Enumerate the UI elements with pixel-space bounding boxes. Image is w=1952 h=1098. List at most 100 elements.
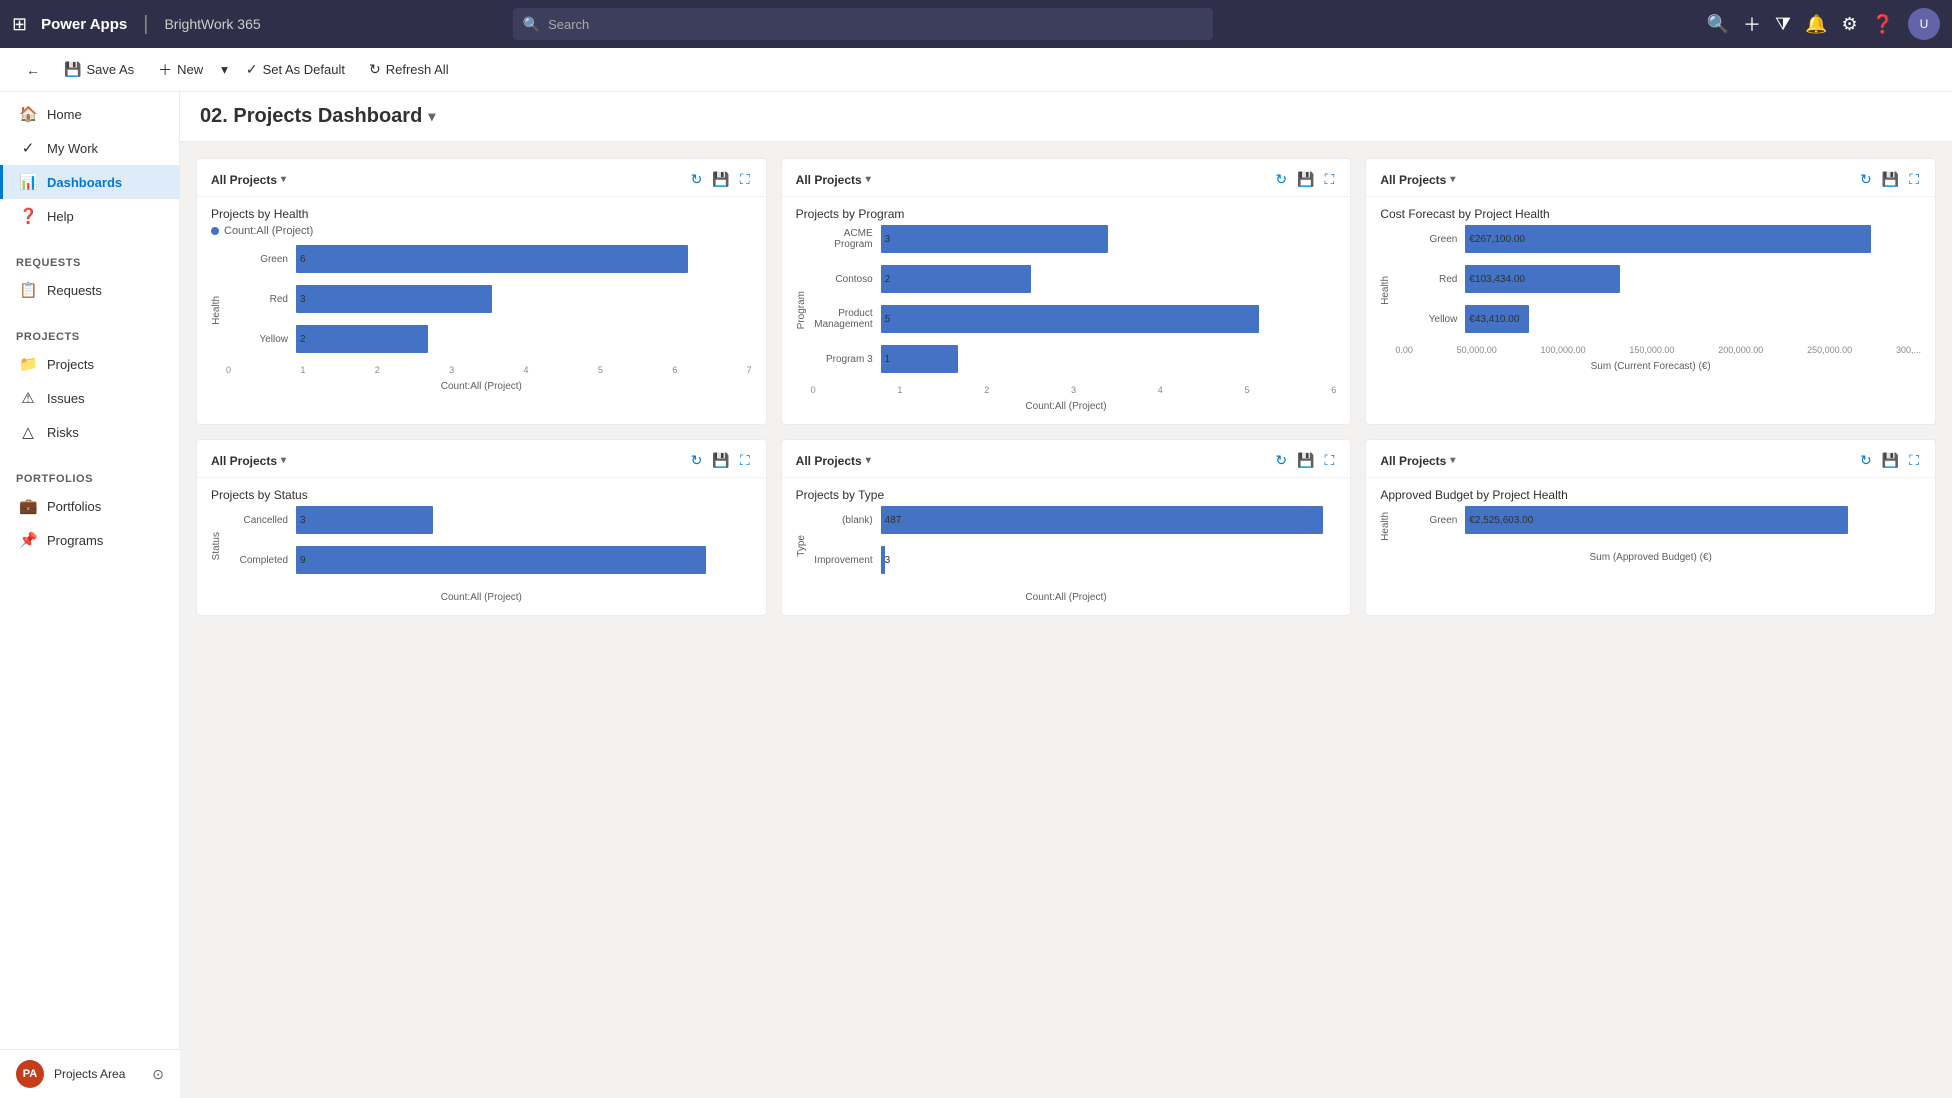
refresh-chart-btn-5[interactable]: ↻ — [1858, 450, 1874, 471]
x-tick-1-2: 2 — [984, 385, 989, 395]
filter-chevron: ▾ — [281, 455, 286, 466]
expand-chart-btn-3[interactable]: ⛶ — [738, 450, 752, 471]
sidebar-item-help[interactable]: ❓ Help — [0, 199, 179, 233]
new-button[interactable]: ＋ New — [148, 55, 213, 85]
sidebar-section-requests: Requests 📋 Requests — [0, 241, 179, 315]
sidebar-item-label: Home — [47, 107, 82, 122]
chart-wrap-3: StatusCancelled3Completed9Count:All (Pro… — [211, 506, 752, 603]
filter-chevron: ▾ — [1450, 174, 1455, 185]
subtoolbar: ← 💾 Save As ＋ New ▾ ✓ Set As Default ↻ R… — [0, 48, 1952, 92]
check-icon: ✓ — [246, 61, 258, 78]
set-default-button[interactable]: ✓ Set As Default — [236, 56, 355, 83]
save-chart-btn-1[interactable]: 💾 — [1295, 169, 1316, 190]
bar-track-2-1: €103,434.00 — [1465, 265, 1921, 293]
bar-track-3-1: 9 — [296, 546, 752, 574]
bar-track-5-0: €2,525,603.00 — [1465, 506, 1921, 534]
sidebar-item-programs[interactable]: 📌 Programs — [0, 523, 179, 557]
bar-5-0: €2,525,603.00 — [1465, 506, 1848, 534]
expand-chart-btn-2[interactable]: ⛶ — [1907, 169, 1921, 190]
projects-area-expand-icon[interactable]: ⊙ — [152, 1066, 164, 1083]
save-chart-btn-0[interactable]: 💾 — [710, 169, 731, 190]
bar-value-1-1: 2 — [885, 274, 891, 285]
chart-card-0: All Projects ▾↻💾⛶Projects by HealthCount… — [196, 158, 767, 425]
expand-chart-btn-0[interactable]: ⛶ — [738, 169, 752, 190]
card-filter-5[interactable]: All Projects ▾ — [1380, 454, 1455, 468]
save-chart-btn-5[interactable]: 💾 — [1880, 450, 1901, 471]
y-axis-title-2: Health — [1380, 276, 1391, 305]
refresh-chart-btn-1[interactable]: ↻ — [1273, 169, 1289, 190]
card-actions-1: ↻ 💾 ⛶ — [1273, 169, 1336, 190]
card-filter-3[interactable]: All Projects ▾ — [211, 454, 286, 468]
refresh-icon: ↻ — [369, 61, 381, 78]
expand-chart-btn-4[interactable]: ⛶ — [1323, 450, 1337, 471]
x-tick-1-4: 4 — [1158, 385, 1163, 395]
chart-inner-0: HealthGreen6Red3Yellow201234567 — [211, 245, 752, 375]
save-chart-btn-2[interactable]: 💾 — [1880, 169, 1901, 190]
sidebar-item-label: Dashboards — [47, 175, 122, 190]
help-icon[interactable]: ❓ — [1872, 14, 1894, 35]
sidebar: ≡ 🏠 Home ✓ My Work 📊 Dashboards ❓ Help R… — [0, 48, 180, 1098]
plus-icon: ＋ — [158, 60, 172, 80]
bar-label-2-0: Green — [1395, 234, 1465, 245]
refresh-chart-btn-3[interactable]: ↻ — [689, 450, 705, 471]
sidebar-item-issues[interactable]: ⚠ Issues — [0, 381, 179, 415]
bar-2-0: €267,100.00 — [1465, 225, 1871, 253]
card-filter-4[interactable]: All Projects ▾ — [796, 454, 871, 468]
grid-icon[interactable]: ⊞ — [12, 14, 27, 35]
bar-1-0: 3 — [881, 225, 1109, 253]
chart-wrap-5: HealthGreen€2,525,603.00Sum (Approved Bu… — [1380, 506, 1921, 563]
projects-icon: 📁 — [19, 355, 37, 373]
filter-label: All Projects — [211, 454, 277, 468]
x-tick-0-2: 2 — [375, 365, 380, 375]
card-header-1: All Projects ▾ ↻ 💾 ⛶ — [782, 159, 1351, 197]
search-input[interactable] — [548, 17, 1203, 32]
sidebar-item-label: Portfolios — [47, 499, 101, 514]
sidebar-item-home[interactable]: 🏠 Home — [0, 97, 179, 131]
sidebar-item-projects[interactable]: 📁 Projects — [0, 347, 179, 381]
help-sidebar-icon: ❓ — [19, 207, 37, 225]
card-filter-1[interactable]: All Projects ▾ — [796, 173, 871, 187]
sidebar-item-requests[interactable]: 📋 Requests — [0, 273, 179, 307]
refresh-chart-btn-0[interactable]: ↻ — [689, 169, 705, 190]
save-chart-btn-4[interactable]: 💾 — [1295, 450, 1316, 471]
page-title-chevron[interactable]: ▾ — [428, 108, 435, 125]
card-filter-0[interactable]: All Projects ▾ — [211, 173, 286, 187]
settings-icon[interactable]: ⚙ — [1841, 14, 1857, 35]
refresh-chart-btn-4[interactable]: ↻ — [1273, 450, 1289, 471]
sidebar-item-dashboards[interactable]: 📊 Dashboards — [0, 165, 179, 199]
requests-icon: 📋 — [19, 281, 37, 299]
card-filter-2[interactable]: All Projects ▾ — [1380, 173, 1455, 187]
sidebar-item-portfolios[interactable]: 💼 Portfolios — [0, 489, 179, 523]
refresh-chart-btn-2[interactable]: ↻ — [1858, 169, 1874, 190]
x-axis-title-2: Sum (Current Forecast) (€) — [1380, 361, 1921, 372]
search-box: 🔍 — [513, 8, 1213, 40]
filter-chevron: ▾ — [281, 174, 286, 185]
save-as-button[interactable]: 💾 Save As — [54, 56, 144, 83]
sidebar-item-mywork[interactable]: ✓ My Work — [0, 131, 179, 165]
x-tick-2-2: 100,000.00 — [1541, 345, 1586, 355]
add-icon[interactable]: ＋ — [1743, 11, 1761, 37]
filter-label: All Projects — [796, 454, 862, 468]
sidebar-item-risks[interactable]: △ Risks — [0, 415, 179, 449]
programs-icon: 📌 — [19, 531, 37, 549]
expand-chart-btn-1[interactable]: ⛶ — [1323, 169, 1337, 190]
filter-label: All Projects — [211, 173, 277, 187]
save-chart-btn-3[interactable]: 💾 — [710, 450, 731, 471]
expand-chart-btn-5[interactable]: ⛶ — [1907, 450, 1921, 471]
new-dropdown-button[interactable]: ▾ — [217, 57, 232, 83]
projects-area-label: Projects Area — [54, 1067, 142, 1081]
bars-col-3: Cancelled3Completed9 — [226, 506, 752, 586]
table-row: ACME Program3 — [811, 225, 1337, 253]
user-avatar[interactable]: U — [1908, 8, 1940, 40]
card-header-4: All Projects ▾ ↻ 💾 ⛶ — [782, 440, 1351, 478]
bar-track-3-0: 3 — [296, 506, 752, 534]
back-button[interactable]: ← — [16, 57, 50, 83]
filter-icon[interactable]: ⧩ — [1775, 14, 1791, 35]
notification-icon[interactable]: 🔔 — [1805, 14, 1827, 35]
x-axis-title-3: Count:All (Project) — [211, 592, 752, 603]
sidebar-section-main: 🏠 Home ✓ My Work 📊 Dashboards ❓ Help — [0, 89, 179, 241]
search-topbar-icon[interactable]: 🔍 — [1707, 14, 1729, 35]
x-tick-2-4: 200,000.00 — [1718, 345, 1763, 355]
card-actions-0: ↻💾 ⛶ — [689, 169, 752, 190]
refresh-all-button[interactable]: ↻ Refresh All — [359, 56, 459, 83]
